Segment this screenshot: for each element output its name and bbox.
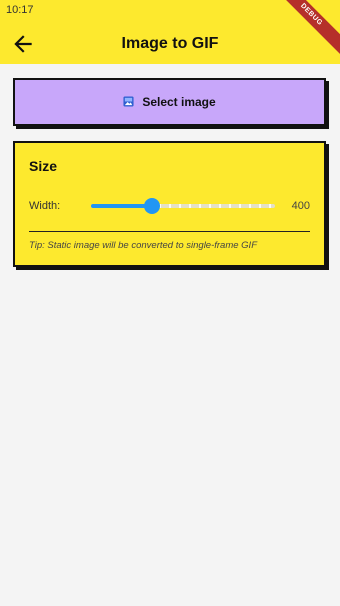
- width-slider[interactable]: [91, 198, 275, 214]
- select-image-button-content: Select image: [15, 95, 324, 109]
- tip-text: Tip: Static image will be converted to s…: [29, 240, 258, 251]
- width-value: 400: [291, 200, 310, 212]
- app-bar: Image to GIF: [0, 24, 340, 64]
- divider: [29, 231, 310, 232]
- width-label: Width:: [29, 200, 61, 212]
- size-card: Size Width: 400 Tip: Static image will b…: [13, 141, 326, 267]
- size-title: Size: [29, 158, 58, 174]
- status-time: 10:17: [6, 4, 34, 16]
- page-title: Image to GIF: [121, 35, 219, 52]
- slider-fill: [91, 204, 152, 208]
- select-image-label: Select image: [142, 95, 216, 109]
- select-image-button[interactable]: Select image: [13, 78, 326, 126]
- slider-thumb[interactable]: [143, 198, 160, 214]
- image-icon: [123, 96, 134, 107]
